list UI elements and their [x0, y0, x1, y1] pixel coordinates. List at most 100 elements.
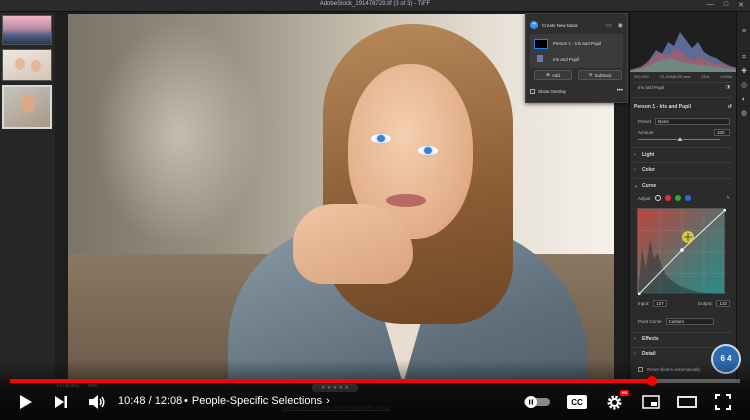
current-time: 10:48 [118, 395, 146, 407]
amount-row: Amount 100 [638, 129, 730, 136]
channel-blue-icon[interactable] [684, 195, 691, 201]
mask-component-name[interactable]: Iris and Pupil [553, 57, 579, 62]
miniplayer-button[interactable] [640, 392, 662, 412]
channel-red-icon[interactable] [664, 195, 671, 201]
miniplayer-icon [642, 395, 660, 409]
tone-curve-editor[interactable] [637, 208, 726, 295]
amount-label: Amount [638, 130, 654, 135]
divider [634, 162, 732, 163]
volume-button[interactable] [86, 392, 108, 412]
fullscreen-button[interactable] [712, 392, 734, 412]
filmstrip-thumb-2[interactable] [2, 49, 52, 81]
mask-title-row: Person 1 - Iris and Pupil ↺ [634, 104, 732, 110]
amount-slider[interactable] [638, 137, 720, 141]
component-row: Iris and Pupil ◨ [638, 84, 730, 90]
chevron-down-icon: ⌄ [634, 183, 639, 189]
point-curve-label: Point Curve [638, 319, 662, 324]
visibility-icon[interactable]: ◉ [618, 22, 623, 29]
mask-list-item[interactable]: Person 1 - Iris and Pupil Iris and Pupil [530, 34, 623, 68]
section-effects[interactable]: › Effects [634, 336, 732, 342]
section-color[interactable]: › Color [634, 167, 732, 173]
add-mask-button[interactable]: ⊕ Add [534, 70, 572, 80]
subtract-mask-button[interactable]: ⊖ Subtract [578, 70, 622, 80]
shutter-value: 1/200s [719, 74, 732, 79]
chapter-link[interactable]: • People-Specific Selections › [184, 395, 330, 407]
chapter-bullet: • [184, 395, 188, 407]
masks-panel: + Create New Mask ▭ ◉ Person 1 - Iris an… [525, 13, 628, 103]
output-value[interactable]: 132 [716, 300, 730, 307]
next-button[interactable] [52, 392, 70, 412]
chevron-right-icon: › [634, 351, 636, 357]
person-mask-icon [537, 55, 543, 62]
section-color-label: Color [642, 167, 656, 173]
progress-bar[interactable] [10, 376, 740, 386]
chevron-right-icon: › [634, 152, 636, 158]
show-overlay-label: Show Overlay [538, 88, 567, 94]
close-icon[interactable]: ✕ [738, 1, 744, 9]
output-label: Output: [697, 301, 713, 306]
more-options-icon[interactable]: ••• [617, 88, 623, 94]
preset-row: Preset None [638, 118, 730, 125]
targeted-adjust-icon[interactable]: ✎ [726, 195, 730, 201]
window-controls: — □ ✕ [707, 1, 744, 9]
mask-name: Person 1 - Iris and Pupil [553, 41, 602, 46]
edit-icon[interactable]: ≡ [740, 28, 748, 36]
window-title: AdobeStock_191478729.tif (3 of 3) - TIFF [319, 1, 431, 7]
amount-value[interactable]: 100 [714, 129, 730, 136]
crop-icon[interactable]: ⌗ [740, 54, 748, 62]
chevron-right-icon: › [326, 395, 330, 407]
time-separator: / [145, 395, 155, 407]
chapter-title: People-Specific Selections [191, 395, 323, 407]
folder-icon[interactable]: ▭ [606, 22, 612, 29]
theater-mode-icon [677, 396, 697, 408]
channel-green-icon[interactable] [674, 195, 681, 201]
create-mask-label[interactable]: Create New Mask [542, 23, 578, 28]
point-curve-dropdown[interactable]: Custom [665, 318, 714, 325]
invert-icon[interactable]: ◨ [726, 84, 730, 90]
subtitles-button[interactable]: CC [566, 392, 588, 412]
chevron-right-icon: › [634, 167, 636, 173]
histogram-graph [630, 32, 737, 72]
masking-icon[interactable]: ◐ [740, 96, 748, 104]
tone-curve-graph [638, 209, 726, 295]
histogram [630, 12, 737, 72]
adjust-row: Adjust ✎ [638, 195, 730, 201]
mask-thumbnail [534, 39, 548, 49]
maximize-icon[interactable]: □ [724, 1, 728, 9]
section-light-label: Light [642, 152, 655, 158]
chevron-right-icon: › [634, 336, 636, 342]
show-overlay-checkbox[interactable] [530, 88, 535, 94]
filmstrip [0, 12, 55, 380]
presets-icon[interactable]: ◍ [740, 110, 748, 118]
divider [634, 147, 732, 148]
cc-icon: CC [567, 395, 587, 409]
play-button[interactable] [16, 392, 36, 412]
autoplay-toggle[interactable] [524, 392, 550, 412]
divider [634, 178, 732, 179]
camera-info: ISO 250 70-200@130 mm f/5.6 1/200s [634, 74, 732, 79]
input-value[interactable]: 127 [653, 300, 667, 307]
preset-dropdown[interactable]: None [655, 118, 730, 125]
edit-panel: ISO 250 70-200@130 mm f/5.6 1/200s Iris … [629, 12, 737, 380]
healing-icon[interactable]: ✚ [740, 68, 748, 76]
amount-slider-knob[interactable] [678, 137, 682, 141]
channel-rgb-icon[interactable] [654, 195, 661, 201]
iris-mask-right [418, 146, 438, 155]
red-eye-icon[interactable]: ◎ [740, 82, 748, 90]
minimize-icon[interactable]: — [707, 1, 714, 9]
filmstrip-thumb-1[interactable] [2, 15, 52, 45]
section-light[interactable]: › Light [634, 152, 732, 158]
volume-icon [89, 395, 105, 409]
iso-value: ISO 250 [634, 74, 649, 79]
subtract-circle-icon: ⊖ [588, 72, 593, 77]
filmstrip-thumb-3[interactable] [2, 85, 52, 129]
create-mask-button[interactable]: + [530, 21, 538, 29]
theater-mode-button[interactable] [676, 392, 698, 412]
section-detail-label: Detail [642, 351, 656, 357]
preset-label: Preset [638, 119, 652, 124]
reset-icon[interactable]: ↺ [728, 104, 732, 110]
progress-played [10, 379, 653, 383]
subject-lips [386, 194, 426, 207]
lens-value: 70-200@130 mm [659, 74, 691, 79]
section-curve[interactable]: ⌄ Curve [634, 183, 732, 189]
